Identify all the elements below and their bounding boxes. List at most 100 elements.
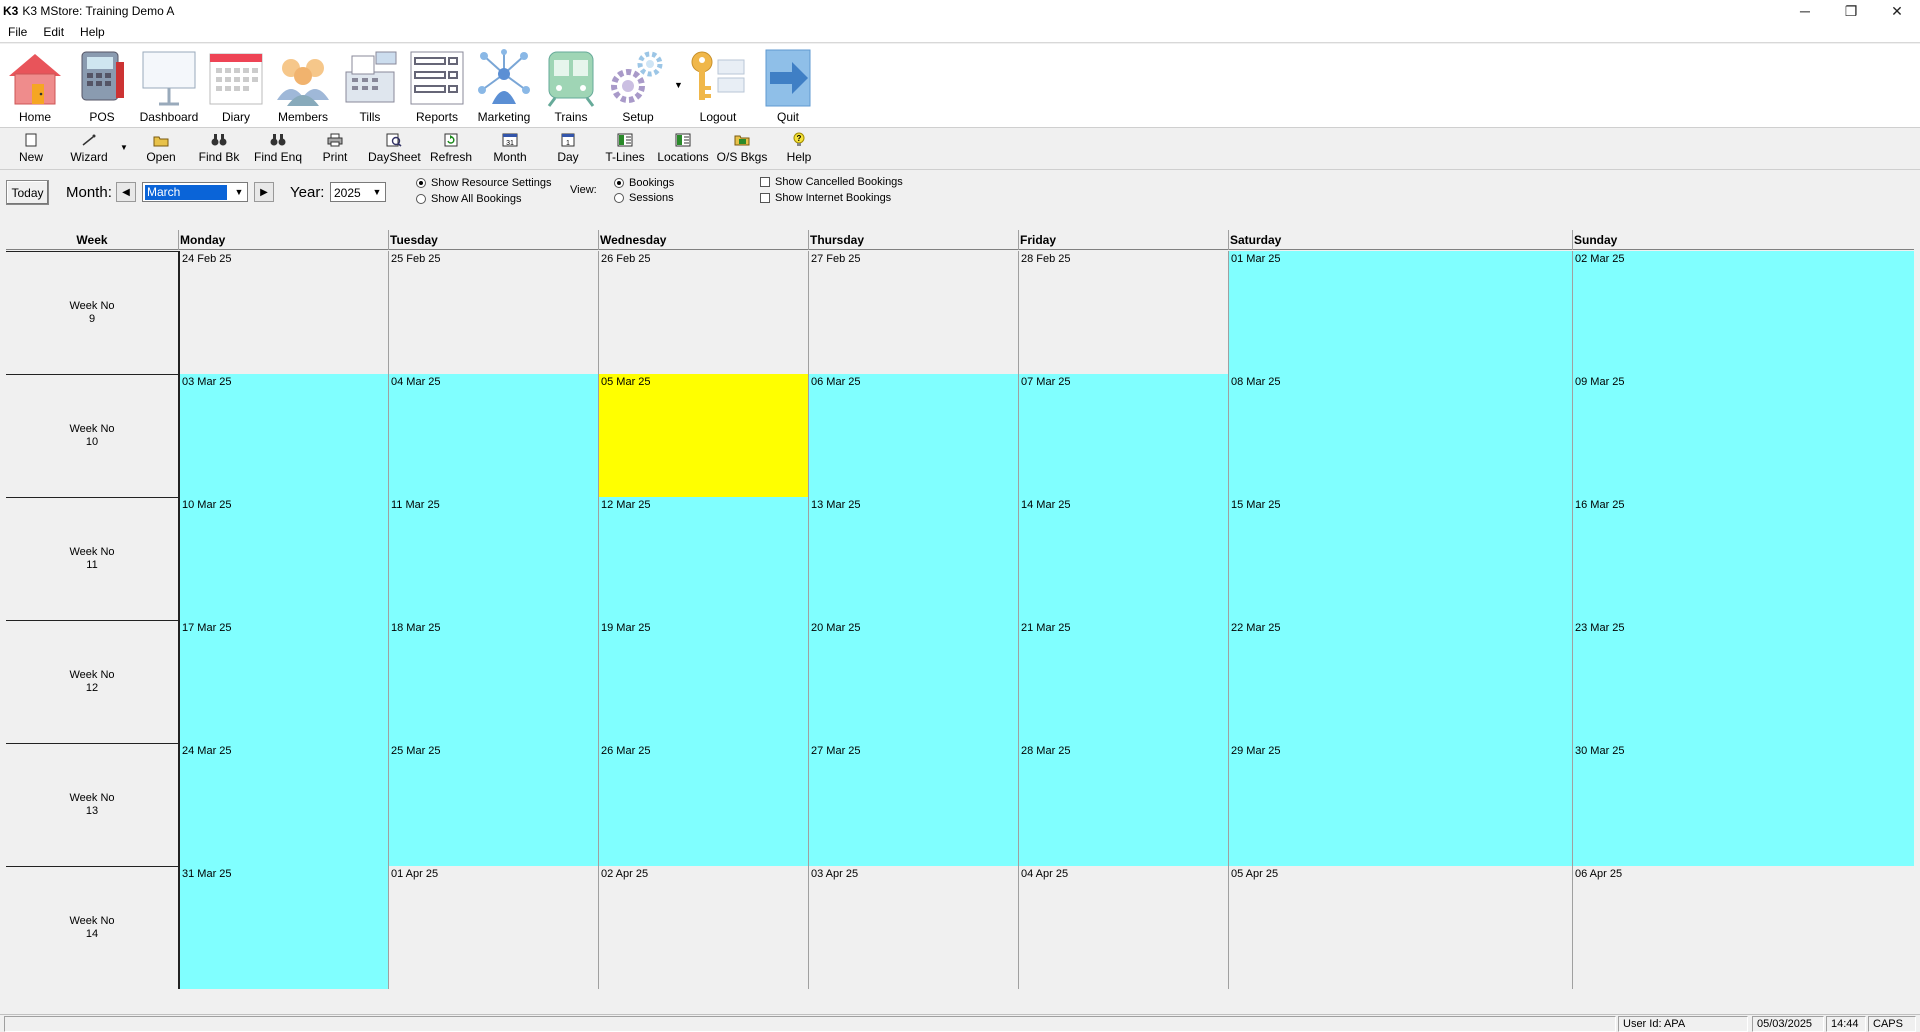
year-select[interactable]: 2025 ▼ [330, 182, 386, 202]
day-cell[interactable]: 14 Mar 25 [1018, 497, 1228, 620]
radio-view-sessions[interactable]: Sessions [614, 192, 674, 204]
day-cell[interactable]: 04 Apr 25 [1018, 866, 1228, 989]
day-cell[interactable]: 03 Apr 25 [808, 866, 1018, 989]
day-cell[interactable]: 19 Mar 25 [598, 620, 808, 743]
day-cell[interactable]: 31 Mar 25 [178, 866, 388, 989]
members-button[interactable]: Members [272, 48, 334, 126]
day-cell[interactable]: 12 Mar 25 [598, 497, 808, 620]
day-cell[interactable]: 18 Mar 25 [388, 620, 598, 743]
checkbox-show-cancelled-bookings[interactable]: Show Cancelled Bookings [760, 176, 903, 188]
day-cell[interactable]: 10 Mar 25 [178, 497, 388, 620]
marketing-button[interactable]: Marketing [474, 48, 534, 126]
menu-help[interactable]: Help [72, 25, 113, 39]
home-button[interactable]: Home [5, 48, 65, 126]
checkbox-show-internet-bookings[interactable]: Show Internet Bookings [760, 192, 891, 204]
column-divider [1018, 230, 1019, 250]
refresh-button[interactable]: Refresh [430, 132, 472, 168]
find-booking-button[interactable]: Find Bk [196, 132, 242, 168]
reports-button[interactable]: Reports [407, 48, 467, 126]
day-cell[interactable]: 15 Mar 25 [1228, 497, 1572, 620]
day-cell[interactable]: 16 Mar 25 [1572, 497, 1914, 620]
day-cell[interactable]: 26 Mar 25 [598, 743, 808, 866]
week-number-cell[interactable]: Week No 12 [6, 620, 178, 743]
day-cell[interactable]: 22 Mar 25 [1228, 620, 1572, 743]
t-lines-button[interactable]: T-Lines [604, 132, 646, 168]
week-number-cell[interactable]: Week No 9 [6, 251, 178, 374]
day-cell[interactable]: 02 Apr 25 [598, 866, 808, 989]
day-cell[interactable]: 29 Mar 25 [1228, 743, 1572, 866]
minimize-button[interactable]: ─ [1782, 0, 1828, 22]
day-cell[interactable]: 01 Mar 25 [1228, 251, 1572, 374]
day-cell[interactable]: 09 Mar 25 [1572, 374, 1914, 497]
open-button[interactable]: Open [144, 132, 178, 168]
day-cell[interactable]: 06 Apr 25 [1572, 866, 1914, 989]
dashboard-button[interactable]: Dashboard [138, 48, 200, 126]
day-cell[interactable]: 11 Mar 25 [388, 497, 598, 620]
week-number-cell[interactable]: Week No 11 [6, 497, 178, 620]
day-cell[interactable]: 26 Feb 25 [598, 251, 808, 374]
day-cell[interactable]: 25 Feb 25 [388, 251, 598, 374]
day-cell[interactable]: 13 Mar 25 [808, 497, 1018, 620]
day-cell[interactable]: 21 Mar 25 [1018, 620, 1228, 743]
locations-button[interactable]: Locations [656, 132, 710, 168]
day-date-label: 13 Mar 25 [811, 499, 861, 511]
day-cell[interactable]: 17 Mar 25 [178, 620, 388, 743]
help-button[interactable]: ? Help [784, 132, 814, 168]
wizard-dropdown-icon[interactable]: ▼ [120, 143, 128, 152]
menu-file[interactable]: File [0, 25, 35, 39]
month-view-button[interactable]: 31 Month [490, 132, 530, 168]
day-cell[interactable]: 28 Feb 25 [1018, 251, 1228, 374]
week-row: Week No 14 31 Mar 25 01 Apr 25 02 Apr 25 03 A… [6, 866, 1914, 989]
day-cell[interactable]: 27 Mar 25 [808, 743, 1018, 866]
tills-button[interactable]: Tills [340, 48, 400, 126]
day-cell[interactable]: 30 Mar 25 [1572, 743, 1914, 866]
new-button[interactable]: New [14, 132, 48, 168]
day-cell[interactable]: 04 Mar 25 [388, 374, 598, 497]
logout-button[interactable]: Logout [688, 48, 748, 126]
next-month-button[interactable]: ▶ [254, 182, 274, 202]
diary-button[interactable]: Diary [206, 48, 266, 126]
day-cell[interactable]: 25 Mar 25 [388, 743, 598, 866]
close-button[interactable]: ✕ [1874, 0, 1920, 22]
day-cell[interactable]: 07 Mar 25 [1018, 374, 1228, 497]
today-button[interactable]: Today [6, 180, 49, 205]
previous-month-button[interactable]: ◀ [116, 182, 136, 202]
trains-button[interactable]: Trains [541, 48, 601, 126]
day-cell[interactable]: 27 Feb 25 [808, 251, 1018, 374]
day-cell[interactable]: 05 Apr 25 [1228, 866, 1572, 989]
daysheet-button[interactable]: DaySheet [368, 132, 421, 168]
month-select[interactable]: March ▼ [142, 182, 248, 202]
radio-show-resource-settings[interactable]: Show Resource Settings [416, 177, 551, 189]
setup-button[interactable]: Setup [608, 48, 668, 126]
day-cell[interactable]: 01 Apr 25 [388, 866, 598, 989]
week-number-cell[interactable]: Week No 14 [6, 866, 178, 989]
day-cell-today[interactable]: 05 Mar 25 [598, 374, 808, 497]
print-button[interactable]: Print [318, 132, 352, 168]
menu-edit[interactable]: Edit [35, 25, 72, 39]
radio-show-all-bookings[interactable]: Show All Bookings [416, 193, 522, 205]
outstanding-bookings-button[interactable]: O/S Bkgs [716, 132, 768, 168]
week-number-cell[interactable]: Week No 10 [6, 374, 178, 497]
find-enquiry-button[interactable]: Find Enq [252, 132, 304, 168]
restore-button[interactable]: ❐ [1828, 0, 1874, 22]
week-number-cell[interactable]: Week No 13 [6, 743, 178, 866]
day-view-button[interactable]: 1 Day [554, 132, 582, 168]
day-cell[interactable]: 24 Mar 25 [178, 743, 388, 866]
wizard-button[interactable]: Wizard [68, 132, 110, 168]
day-cell[interactable]: 20 Mar 25 [808, 620, 1018, 743]
week-label: Week No [69, 915, 115, 927]
day-cell[interactable]: 23 Mar 25 [1572, 620, 1914, 743]
radio-view-bookings[interactable]: Bookings [614, 177, 674, 189]
day-cell[interactable]: 06 Mar 25 [808, 374, 1018, 497]
week-number: 9 [88, 313, 96, 325]
column-divider [598, 230, 599, 250]
day-cell[interactable]: 28 Mar 25 [1018, 743, 1228, 866]
day-cell[interactable]: 08 Mar 25 [1228, 374, 1572, 497]
day-cell[interactable]: 02 Mar 25 [1572, 251, 1914, 374]
setup-dropdown-icon[interactable]: ▼ [674, 80, 683, 90]
column-divider [1228, 230, 1229, 250]
pos-button[interactable]: POS [72, 48, 132, 126]
day-cell[interactable]: 03 Mar 25 [178, 374, 388, 497]
day-cell[interactable]: 24 Feb 25 [178, 251, 388, 374]
quit-button[interactable]: Quit [758, 48, 818, 126]
